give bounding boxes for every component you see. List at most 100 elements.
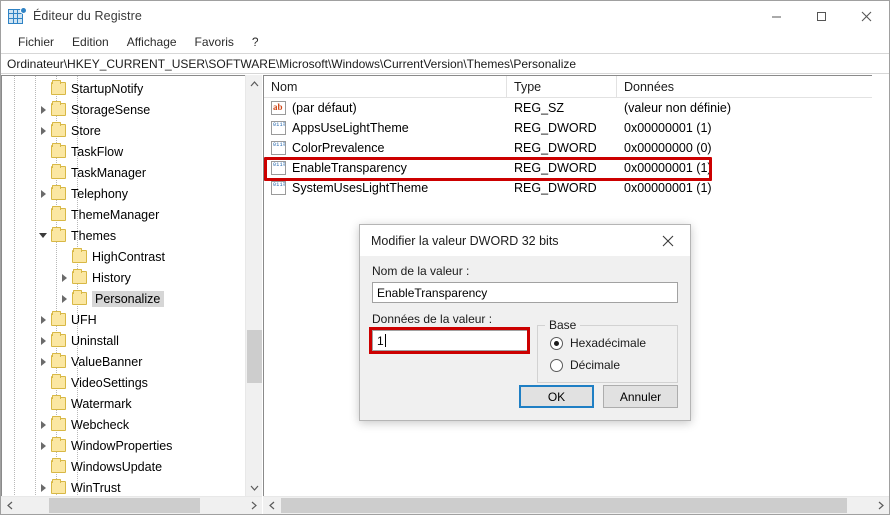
values-horizontal-scrollbar[interactable]	[263, 496, 889, 514]
tree-horizontal-scrollbar[interactable]	[1, 496, 262, 514]
value-name-text: ColorPrevalence	[292, 141, 385, 155]
address-bar[interactable]: Ordinateur\HKEY_CURRENT_USER\SOFTWARE\Mi…	[1, 53, 889, 74]
chevron-right-icon[interactable]	[35, 183, 51, 204]
column-header-data[interactable]: Données	[617, 76, 872, 98]
value-type-cell: REG_DWORD	[514, 181, 597, 195]
chevron-right-icon[interactable]	[35, 99, 51, 120]
menu-favoris[interactable]: Favoris	[186, 32, 243, 52]
chevron-right-icon[interactable]	[56, 288, 72, 309]
chevron-right-icon[interactable]	[35, 309, 51, 330]
tree-node-spacer	[35, 78, 51, 99]
chevron-right-icon[interactable]	[35, 477, 51, 496]
value-data-label: Données de la valeur :	[372, 312, 493, 326]
tree-node-label: Telephony	[71, 186, 128, 201]
tree-node[interactable]: ValueBanner	[2, 351, 245, 372]
menu-fichier[interactable]: Fichier	[9, 32, 63, 52]
tree-node-label: TaskFlow	[71, 144, 124, 159]
radio-decimal[interactable]: Décimale	[550, 358, 667, 372]
value-row[interactable]: (par défaut) REG_SZ (valeur non définie)	[264, 98, 872, 118]
tree-hscroll-left-icon[interactable]	[1, 497, 18, 514]
value-data-input[interactable]: 1	[372, 330, 529, 351]
tree-node-spacer	[35, 456, 51, 477]
values-hscroll-right-icon[interactable]	[872, 497, 889, 514]
column-header-name[interactable]: Nom	[264, 76, 507, 98]
tree-node[interactable]: Telephony	[2, 183, 245, 204]
minimize-button[interactable]	[754, 1, 799, 31]
tree-node[interactable]: WindowsUpdate	[2, 456, 245, 477]
tree-node[interactable]: VideoSettings	[2, 372, 245, 393]
tree-scroll-thumb[interactable]	[247, 330, 262, 383]
maximize-button[interactable]	[799, 1, 844, 31]
chevron-right-icon[interactable]	[35, 120, 51, 141]
value-row[interactable]: AppsUseLightTheme REG_DWORD 0x00000001 (1)	[264, 118, 872, 138]
tree-node[interactable]: Store	[2, 120, 245, 141]
registry-tree[interactable]: StartupNotify StorageSense Store TaskFlow Ta…	[1, 75, 245, 496]
radio-hexadecimal-icon[interactable]	[550, 336, 563, 350]
registry-tree-pane: StartupNotify StorageSense Store TaskFlow Ta…	[1, 75, 263, 514]
dialog-close-button[interactable]	[646, 225, 690, 256]
values-hscroll-left-icon[interactable]	[263, 497, 280, 514]
value-row[interactable]: EnableTransparency REG_DWORD 0x00000001 (1…	[264, 158, 872, 178]
folder-icon	[51, 395, 66, 410]
tree-node[interactable]: ThemeManager	[2, 204, 245, 225]
tree-node[interactable]: History	[2, 267, 245, 288]
tree-node[interactable]: StartupNotify	[2, 78, 245, 99]
tree-node[interactable]: TaskFlow	[2, 141, 245, 162]
tree-node[interactable]: WinTrust	[2, 477, 245, 496]
tree-node[interactable]: HighContrast	[2, 246, 245, 267]
dword-value-icon	[271, 141, 286, 155]
tree-node[interactable]: Watermark	[2, 393, 245, 414]
dword-value-icon	[271, 121, 286, 135]
menu-affichage[interactable]: Affichage	[118, 32, 186, 52]
tree-scroll-up-icon[interactable]	[246, 75, 263, 92]
tree-node[interactable]: Uninstall	[2, 330, 245, 351]
chevron-right-icon[interactable]	[35, 414, 51, 435]
tree-node[interactable]: TaskManager	[2, 162, 245, 183]
tree-node-label: Themes	[71, 228, 117, 243]
tree-node-label: ThemeManager	[71, 207, 160, 222]
folder-icon	[51, 80, 66, 95]
tree-vertical-scrollbar[interactable]	[245, 75, 262, 496]
close-button[interactable]	[844, 1, 889, 31]
value-row[interactable]: ColorPrevalence REG_DWORD 0x00000000 (0)	[264, 138, 872, 158]
chevron-right-icon[interactable]	[35, 435, 51, 456]
chevron-down-icon[interactable]	[35, 225, 51, 246]
tree-node-spacer	[56, 246, 72, 267]
tree-node[interactable]: Themes	[2, 225, 245, 246]
value-row[interactable]: SystemUsesLightTheme REG_DWORD 0x00000001 …	[264, 178, 872, 198]
menu-bar: Fichier Edition Affichage Favoris ?	[1, 31, 889, 53]
chevron-right-icon[interactable]	[56, 267, 72, 288]
value-data-cell: 0x00000001 (1)	[624, 121, 712, 135]
tree-node-label: VideoSettings	[71, 375, 148, 390]
radio-hexadecimal[interactable]: Hexadécimale	[550, 336, 667, 350]
tree-node-label: Webcheck	[71, 417, 130, 432]
text-caret	[384, 334, 386, 347]
menu-aide[interactable]: ?	[243, 32, 268, 52]
tree-node[interactable]: Webcheck	[2, 414, 245, 435]
value-type-cell: REG_DWORD	[514, 161, 597, 175]
cancel-button[interactable]: Annuler	[603, 385, 678, 408]
tree-hscroll-right-icon[interactable]	[245, 497, 262, 514]
chevron-right-icon[interactable]	[35, 330, 51, 351]
values-hscroll-thumb[interactable]	[281, 498, 847, 513]
folder-icon	[51, 353, 66, 368]
tree-node[interactable]: UFH	[2, 309, 245, 330]
chevron-right-icon[interactable]	[35, 351, 51, 372]
menu-edition[interactable]: Edition	[63, 32, 118, 52]
ok-button[interactable]: OK	[519, 385, 594, 408]
tree-node-label: ValueBanner	[71, 354, 143, 369]
tree-node[interactable]: Personalize	[2, 288, 245, 309]
tree-node[interactable]: StorageSense	[2, 99, 245, 120]
values-column-headers: Nom Type Données	[264, 76, 872, 98]
value-name-text: EnableTransparency	[292, 161, 407, 175]
column-header-type[interactable]: Type	[507, 76, 617, 98]
tree-scroll-down-icon[interactable]	[246, 479, 263, 496]
window-title: Éditeur du Registre	[33, 9, 142, 23]
radio-decimal-icon[interactable]	[550, 358, 563, 372]
tree-node[interactable]: WindowProperties	[2, 435, 245, 456]
folder-icon	[51, 185, 66, 200]
value-name-input[interactable]: EnableTransparency	[372, 282, 678, 303]
value-name-text: (par défaut)	[292, 101, 357, 115]
folder-icon	[51, 311, 66, 326]
tree-hscroll-thumb[interactable]	[49, 498, 200, 513]
